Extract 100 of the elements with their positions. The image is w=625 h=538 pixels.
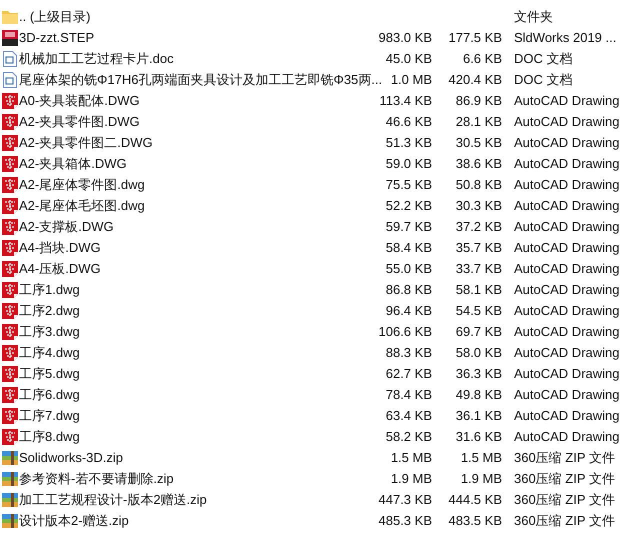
file-name: A2-夹具零件图二.DWG (19, 134, 153, 150)
file-name: 加工工艺规程设计-版本2赠送.zip (19, 492, 207, 507)
archive-icon (2, 514, 18, 528)
file-size: 1.9 MB (390, 470, 432, 486)
packed-size: 36.3 KB (456, 366, 502, 381)
file-name: Solidworks-3D.zip (19, 450, 124, 465)
packed-size: 38.6 KB (456, 156, 502, 171)
file-size: 96.4 KB (386, 302, 432, 318)
file-size: 58.2 KB (386, 428, 432, 444)
packed-size: 69.7 KB (456, 324, 502, 339)
file-type: AutoCAD Drawing (514, 260, 620, 276)
packed-size: 483.5 KB (448, 512, 502, 528)
file-name: 工序4.dwg (19, 344, 80, 360)
file-name: 工序8.dwg (19, 428, 80, 444)
file-type: AutoCAD Drawing (514, 324, 620, 339)
packed-size: 30.3 KB (456, 198, 502, 213)
file-name: 工序2.dwg (19, 302, 80, 318)
file-type: AutoCAD Drawing (514, 302, 620, 318)
file-name: 设计版本2-赠送.zip (19, 512, 129, 528)
file-name: 机械加工工艺过程卡片.doc (19, 50, 174, 66)
file-size: 78.4 KB (386, 386, 432, 402)
file-name: A2-支撑板.DWG (19, 218, 114, 234)
file-type: AutoCAD Drawing (514, 366, 620, 381)
file-type: AutoCAD Drawing (514, 134, 620, 150)
file-size: 58.4 KB (386, 240, 432, 255)
file-name: 工序5.dwg (19, 366, 80, 381)
file-size: 113.4 KB (379, 92, 432, 108)
packed-size: 177.5 KB (448, 30, 502, 45)
packed-size: 6.6 KB (462, 50, 502, 66)
archive-icon (2, 492, 18, 506)
file-size: 59.7 KB (386, 218, 432, 234)
file-name: A4-压板.DWG (19, 260, 101, 276)
file-size: 86.8 KB (386, 282, 432, 297)
file-size: 106.6 KB (378, 324, 432, 339)
file-type: AutoCAD Drawing (514, 240, 620, 255)
packed-size: 36.1 KB (456, 408, 502, 423)
file-size: 1.5 MB (390, 450, 432, 465)
file-type: AutoCAD Drawing (514, 282, 620, 297)
file-name: A2-夹具零件图.DWG (19, 114, 140, 129)
packed-size: 50.8 KB (456, 176, 502, 192)
file-type: AutoCAD Drawing (514, 176, 620, 192)
file-type: AutoCAD Drawing (514, 218, 620, 234)
packed-size: 420.4 KB (448, 72, 502, 87)
file-type: 360压缩 ZIP 文件 (514, 470, 615, 486)
file-type: 360压缩 ZIP 文件 (514, 492, 615, 507)
file-type: AutoCAD Drawing (514, 428, 620, 444)
file-name: A2-夹具箱体.DWG (19, 156, 127, 171)
file-size: 983.0 KB (378, 30, 432, 45)
file-type: AutoCAD Drawing (514, 344, 620, 360)
file-size: 46.6 KB (386, 114, 432, 129)
file-size: 62.7 KB (386, 366, 432, 381)
archive-icon (2, 472, 18, 486)
file-name: 尾座体架的铣Φ17H6孔两端面夹具设计及加工工艺即铣Φ35两... (19, 72, 382, 87)
packed-size: 49.8 KB (456, 386, 502, 402)
document-icon (2, 72, 16, 88)
file-type: 360压缩 ZIP 文件 (514, 450, 615, 465)
file-size: 52.2 KB (386, 198, 432, 213)
file-type: AutoCAD Drawing (514, 92, 620, 108)
packed-size: 444.5 KB (448, 492, 502, 507)
file-type: AutoCAD Drawing (514, 156, 620, 171)
file-type: SldWorks 2019 ... (514, 30, 616, 45)
packed-size: 30.5 KB (456, 134, 502, 150)
file-size: 63.4 KB (386, 408, 432, 423)
file-name: .. (上级目录) (19, 8, 90, 24)
file-type: AutoCAD Drawing (514, 408, 620, 423)
file-type: DOC 文档 (514, 50, 572, 66)
file-size: 485.3 KB (378, 512, 432, 528)
file-size: 75.5 KB (386, 176, 432, 192)
file-size: 51.3 KB (386, 134, 432, 150)
packed-size: 33.7 KB (456, 260, 502, 276)
packed-size: 86.9 KB (456, 92, 502, 108)
file-size: 1.0 MB (390, 72, 432, 87)
file-name: 工序1.dwg (19, 282, 80, 297)
file-size: 88.3 KB (386, 344, 432, 360)
file-size: 55.0 KB (386, 260, 432, 276)
packed-size: 1.5 MB (460, 450, 502, 465)
folder-icon (2, 10, 18, 24)
file-type: AutoCAD Drawing (514, 386, 620, 402)
packed-size: 31.6 KB (456, 428, 502, 444)
file-name: A0-夹具装配体.DWG (19, 92, 140, 108)
file-size: 59.0 KB (386, 156, 432, 171)
archive-icon (2, 450, 18, 464)
packed-size: 58.0 KB (456, 344, 502, 360)
file-type: AutoCAD Drawing (514, 114, 620, 129)
packed-size: 1.9 MB (460, 470, 502, 486)
file-type: DOC 文档 (514, 72, 572, 87)
file-size: 45.0 KB (386, 50, 432, 66)
file-name: A2-尾座体毛坯图.dwg (19, 198, 145, 213)
file-name: A2-尾座体零件图.dwg (19, 176, 145, 192)
packed-size: 37.2 KB (456, 218, 502, 234)
file-name: A4-挡块.DWG (19, 240, 101, 255)
file-type: 360压缩 ZIP 文件 (514, 512, 615, 528)
file-type: 文件夹 (514, 8, 553, 24)
file-size: 447.3 KB (378, 492, 432, 507)
file-name: 工序6.dwg (19, 386, 80, 402)
packed-size: 54.5 KB (456, 302, 502, 318)
file-name: 参考资料-若不要请删除.zip (19, 470, 174, 486)
file-name: 3D-zzt.STEP (19, 30, 94, 45)
file-type: AutoCAD Drawing (514, 198, 620, 213)
packed-size: 35.7 KB (456, 240, 502, 255)
